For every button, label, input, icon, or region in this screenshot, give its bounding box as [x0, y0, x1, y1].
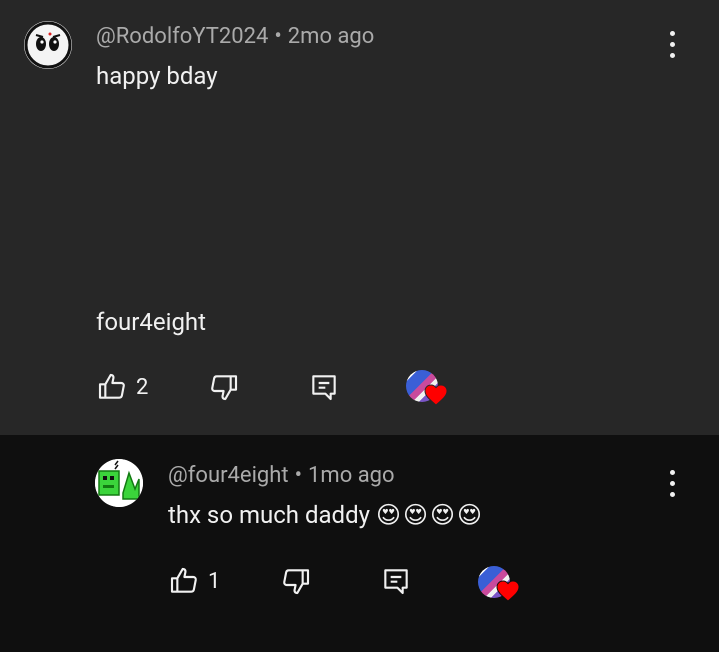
dislike-button[interactable]	[280, 561, 312, 601]
comment-actions: 2	[96, 367, 456, 407]
reply-icon	[384, 569, 408, 595]
comment-text: thx so much daddy 😍😍😍😍	[168, 501, 484, 529]
more-options-icon[interactable]	[662, 467, 682, 501]
like-icon	[98, 373, 125, 399]
comment-text-line: four4eight	[96, 308, 206, 336]
dislike-icon	[283, 569, 310, 595]
reply-icon	[312, 375, 336, 401]
meta-separator: •	[274, 24, 282, 49]
commenter-avatar[interactable]	[24, 21, 72, 69]
more-options-icon[interactable]	[662, 28, 682, 62]
commenter-avatar[interactable]	[95, 459, 143, 507]
comment-highlighted: @RodolfoYT2024 • 2mo ago happy bday four4e…	[0, 0, 719, 435]
dislike-button[interactable]	[208, 367, 240, 407]
creator-heart-badge[interactable]	[478, 566, 524, 612]
like-count: 1	[208, 568, 221, 594]
emoji-heart-eyes-icon: 😍😍😍😍	[375, 501, 485, 529]
comment-time: 1mo ago	[308, 463, 395, 488]
like-count: 2	[136, 374, 149, 400]
comment-meta: @four4eight • 1mo ago	[168, 463, 395, 488]
green-creature-icon	[95, 459, 143, 507]
comment-meta: @RodolfoYT2024 • 2mo ago	[96, 24, 374, 49]
creator-heart-icon	[424, 384, 448, 406]
like-icon	[170, 567, 197, 593]
creator-heart-badge[interactable]	[406, 370, 452, 416]
dislike-icon	[211, 375, 238, 401]
author-handle[interactable]: @four4eight	[168, 463, 289, 488]
like-button[interactable]: 2	[96, 367, 148, 407]
creator-heart-icon	[496, 580, 520, 602]
cartoon-face-icon	[24, 21, 72, 69]
reply-button[interactable]	[308, 367, 340, 407]
comment-text-line: happy bday	[96, 62, 218, 90]
like-button[interactable]: 1	[168, 561, 220, 601]
comment-actions: 1	[168, 561, 528, 602]
meta-separator: •	[294, 463, 303, 488]
comment-time: 2mo ago	[287, 24, 375, 49]
comment-reply: @four4eight • 1mo ago thx so much daddy 😍😍…	[0, 435, 719, 652]
comment-text-content: thx so much daddy	[168, 501, 370, 529]
author-handle[interactable]: @RodolfoYT2024	[96, 24, 268, 49]
reply-button[interactable]	[380, 561, 412, 601]
